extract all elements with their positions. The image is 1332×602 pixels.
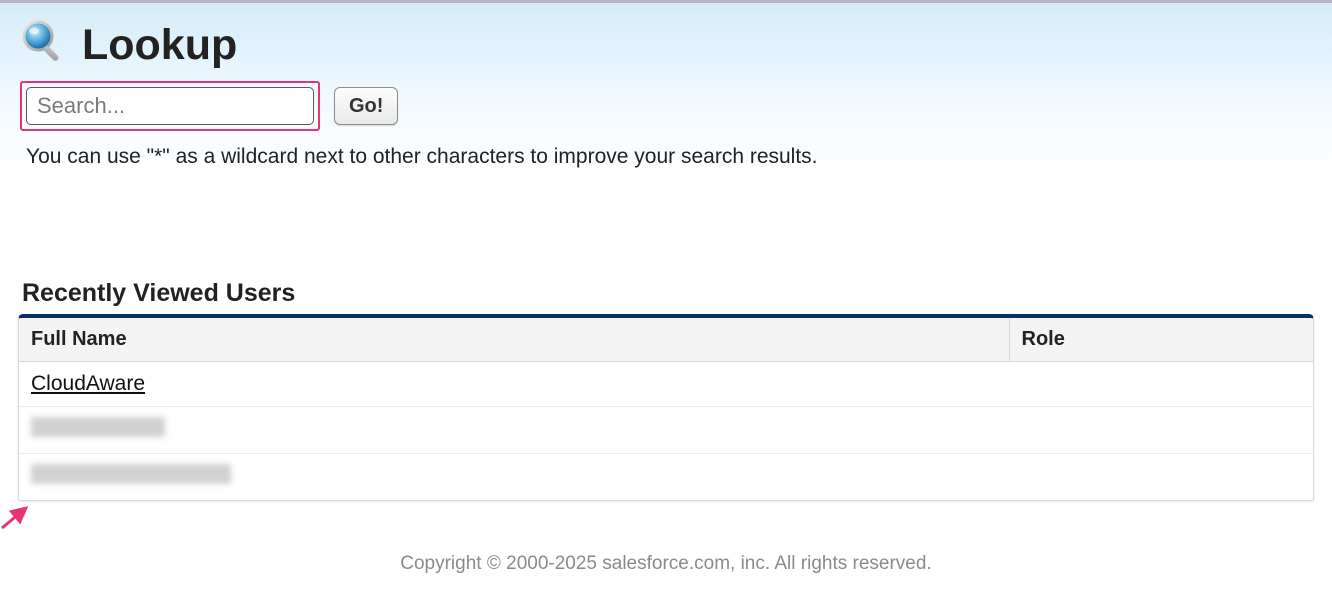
column-header-role[interactable]: Role (1009, 318, 1313, 362)
search-highlight-box (20, 81, 320, 131)
title-row: Lookup (20, 18, 1312, 67)
user-link[interactable]: CloudAware (31, 372, 145, 395)
redacted-text (31, 464, 231, 484)
footer-copyright: Copyright © 2000-2025 salesforce.com, in… (0, 553, 1332, 575)
recent-section: Recently Viewed Users Full Name Role Clo… (0, 279, 1332, 501)
role-cell (1009, 407, 1313, 454)
recent-table-wrap: Full Name Role CloudAware (18, 314, 1314, 501)
search-input[interactable] (26, 87, 314, 125)
page-title: Lookup (82, 18, 237, 67)
redacted-text (31, 417, 165, 437)
role-cell (1009, 454, 1313, 501)
table-row (19, 407, 1313, 454)
recent-users-table: Full Name Role CloudAware (19, 318, 1313, 500)
column-header-full-name[interactable]: Full Name (19, 318, 1009, 362)
table-row (19, 454, 1313, 501)
table-row: CloudAware (19, 362, 1313, 407)
full-name-cell (19, 454, 1009, 501)
go-button[interactable]: Go! (334, 87, 398, 125)
search-hint-text: You can use "*" as a wildcard next to ot… (20, 145, 1312, 169)
role-cell (1009, 362, 1313, 407)
header-area: Lookup Go! You can use "*" as a wildcard… (0, 3, 1332, 183)
magnifier-icon (20, 18, 68, 66)
full-name-cell[interactable]: CloudAware (19, 362, 1009, 407)
recent-section-title: Recently Viewed Users (18, 279, 1314, 308)
annotation-arrow-icon (0, 502, 36, 532)
search-row: Go! (20, 81, 1312, 131)
recent-table-body: CloudAware (19, 362, 1313, 501)
full-name-cell (19, 407, 1009, 454)
